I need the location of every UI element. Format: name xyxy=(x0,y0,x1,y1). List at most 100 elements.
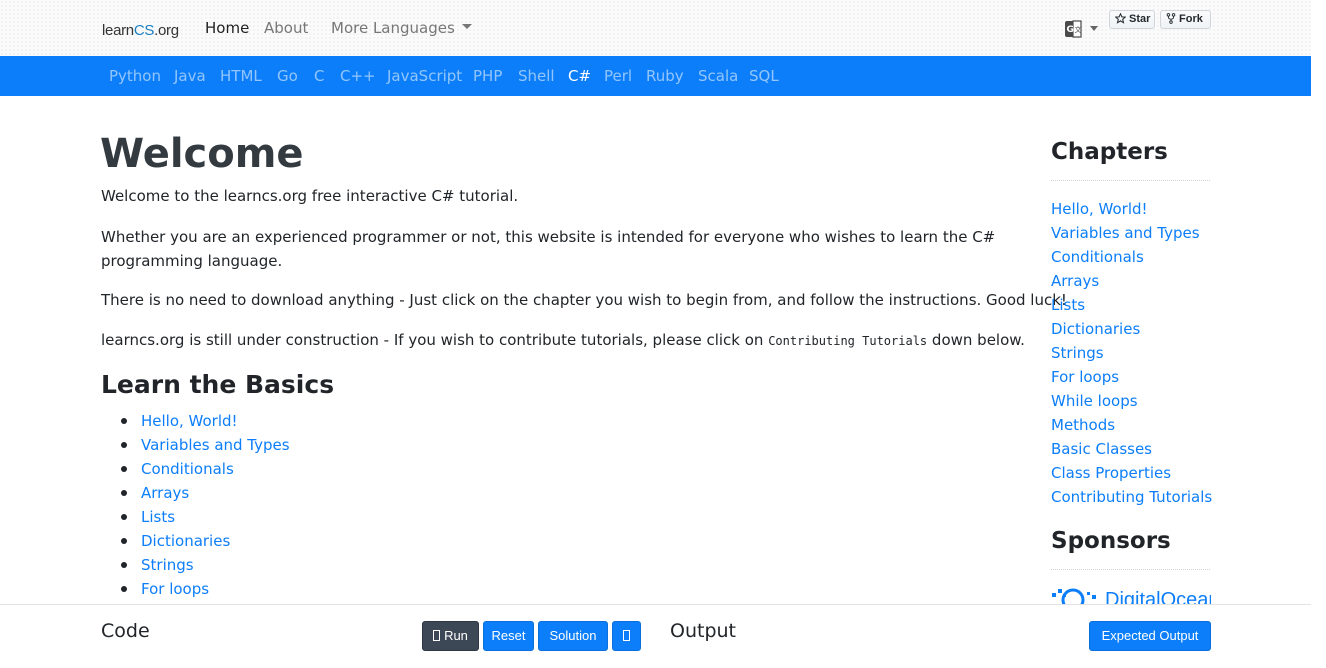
lang-cpp-link[interactable]: C++ xyxy=(340,67,376,85)
list-item: For loops xyxy=(121,577,290,601)
github-star-label: Star xyxy=(1129,13,1151,25)
list-item: Strings xyxy=(121,553,290,577)
list-item: Lists xyxy=(1051,293,1212,317)
scrollbar[interactable] xyxy=(1311,0,1326,668)
lang-perl-link[interactable]: Perl xyxy=(604,67,632,85)
list-item: Dictionaries xyxy=(1051,317,1212,341)
chapter-link-for-loops[interactable]: For loops xyxy=(1051,368,1119,386)
chapter-link-contributing-tutorials[interactable]: Contributing Tutorials xyxy=(1051,488,1212,506)
basics-link-hello-world[interactable]: Hello, World! xyxy=(141,412,238,430)
github-fork-button[interactable]: Fork xyxy=(1160,10,1211,29)
lang-sql-link[interactable]: SQL xyxy=(749,67,779,85)
translate-icon[interactable]: G 文 xyxy=(1064,20,1082,38)
solution-button[interactable]: Solution xyxy=(538,621,608,651)
sponsors-heading: Sponsors xyxy=(1051,528,1171,554)
chapter-link-lists[interactable]: Lists xyxy=(1051,296,1085,314)
code-title: Code xyxy=(101,620,150,642)
reset-button[interactable]: Reset xyxy=(483,621,534,651)
lang-java-link[interactable]: Java xyxy=(174,67,206,85)
list-item: Variables and Types xyxy=(121,433,290,457)
chapter-link-arrays[interactable]: Arrays xyxy=(1051,272,1099,290)
site-logo[interactable]: learnCS.org xyxy=(102,22,179,39)
chapter-link-hello-world[interactable]: Hello, World! xyxy=(1051,200,1148,218)
chapter-link-conditionals[interactable]: Conditionals xyxy=(1051,248,1144,266)
expand-icon xyxy=(623,630,630,641)
basics-link-strings[interactable]: Strings xyxy=(141,556,194,574)
github-star-button[interactable]: Star xyxy=(1109,10,1155,29)
chapter-link-strings[interactable]: Strings xyxy=(1051,344,1104,362)
lang-scala-link[interactable]: Scala xyxy=(698,67,738,85)
basics-link-conditionals[interactable]: Conditionals xyxy=(141,460,234,478)
lang-c-link[interactable]: C xyxy=(314,67,324,85)
divider xyxy=(1051,180,1210,181)
chevron-down-icon[interactable] xyxy=(1090,26,1098,31)
digitalocean-icon xyxy=(1052,588,1096,604)
list-item: Variables and Types xyxy=(1051,221,1212,245)
output-title: Output xyxy=(670,620,736,642)
basics-link-for-loops[interactable]: For loops xyxy=(141,580,209,598)
list-item: Methods xyxy=(1051,413,1212,437)
basics-list: Hello, World! Variables and Types Condit… xyxy=(121,409,290,601)
list-item: Lists xyxy=(121,505,290,529)
list-item: Strings xyxy=(1051,341,1212,365)
lang-ruby-link[interactable]: Ruby xyxy=(646,67,684,85)
run-button[interactable]: Run xyxy=(422,621,479,651)
lang-html-link[interactable]: HTML xyxy=(220,67,262,85)
chapter-link-while-loops[interactable]: While loops xyxy=(1051,392,1138,410)
list-item: Class Properties xyxy=(1051,461,1212,485)
chapter-link-class-properties[interactable]: Class Properties xyxy=(1051,464,1171,482)
nav-more-languages-label: More Languages xyxy=(331,19,455,37)
basics-heading: Learn the Basics xyxy=(101,370,335,399)
sponsor-name: DigitalOcean xyxy=(1105,589,1211,604)
svg-text:G: G xyxy=(1067,25,1074,35)
intro-paragraph: Welcome to the learncs.org free interact… xyxy=(101,187,519,205)
contributing-tutorials-code: Contributing Tutorials xyxy=(768,334,928,348)
list-item: Hello, World! xyxy=(1051,197,1212,221)
run-icon xyxy=(433,630,441,641)
lang-shell-link[interactable]: Shell xyxy=(518,67,555,85)
expected-output-button[interactable]: Expected Output xyxy=(1089,621,1211,651)
chapters-heading: Chapters xyxy=(1051,139,1168,165)
run-button-label: Run xyxy=(444,628,468,643)
top-navbar: learnCS.org Home About More Languages G … xyxy=(0,0,1311,56)
list-item: Hello, World! xyxy=(121,409,290,433)
list-item: Conditionals xyxy=(121,457,290,481)
digitalocean-sponsor-logo[interactable]: DigitalOcean xyxy=(1051,586,1211,604)
audience-paragraph: Whether you are an experienced programme… xyxy=(101,228,996,270)
list-item: For loops xyxy=(1051,365,1212,389)
fork-icon xyxy=(1166,13,1176,24)
svg-text:文: 文 xyxy=(1075,25,1082,34)
chapter-link-basic-classes[interactable]: Basic Classes xyxy=(1051,440,1152,458)
list-item: Dictionaries xyxy=(121,529,290,553)
chapter-link-methods[interactable]: Methods xyxy=(1051,416,1115,434)
chapter-link-dictionaries[interactable]: Dictionaries xyxy=(1051,320,1140,338)
nav-about-link[interactable]: About xyxy=(264,19,308,37)
list-item: Conditionals xyxy=(1051,245,1212,269)
lang-php-link[interactable]: PHP xyxy=(473,67,502,85)
basics-link-lists[interactable]: Lists xyxy=(141,508,175,526)
no-download-paragraph: There is no need to download anything - … xyxy=(101,291,1067,309)
basics-link-variables-and-types[interactable]: Variables and Types xyxy=(141,436,290,454)
basics-link-dictionaries[interactable]: Dictionaries xyxy=(141,532,230,550)
lang-go-link[interactable]: Go xyxy=(277,67,298,85)
lang-javascript-link[interactable]: JavaScript xyxy=(387,67,462,85)
list-item: Basic Classes xyxy=(1051,437,1212,461)
github-fork-label: Fork xyxy=(1179,13,1203,25)
fullscreen-button[interactable] xyxy=(612,621,641,651)
list-item: While loops xyxy=(1051,389,1212,413)
star-icon xyxy=(1114,12,1127,24)
construction-paragraph: learncs.org is still under construction … xyxy=(101,331,1025,349)
nav-home-link[interactable]: Home xyxy=(205,19,249,37)
nav-more-languages-dropdown[interactable]: More Languages xyxy=(331,19,472,37)
lang-python-link[interactable]: Python xyxy=(109,67,161,85)
chapter-link-variables-and-types[interactable]: Variables and Types xyxy=(1051,224,1200,242)
list-item: Arrays xyxy=(121,481,290,505)
lang-csharp-link[interactable]: C# xyxy=(568,67,591,85)
basics-link-arrays[interactable]: Arrays xyxy=(141,484,189,502)
chapters-list: Hello, World! Variables and Types Condit… xyxy=(1051,197,1212,509)
language-navbar: Python Java HTML Go C C++ JavaScript PHP… xyxy=(0,56,1311,96)
chevron-down-icon xyxy=(461,24,472,29)
list-item: Contributing Tutorials xyxy=(1051,485,1212,509)
page-title: Welcome xyxy=(100,131,304,177)
list-item: Arrays xyxy=(1051,269,1212,293)
